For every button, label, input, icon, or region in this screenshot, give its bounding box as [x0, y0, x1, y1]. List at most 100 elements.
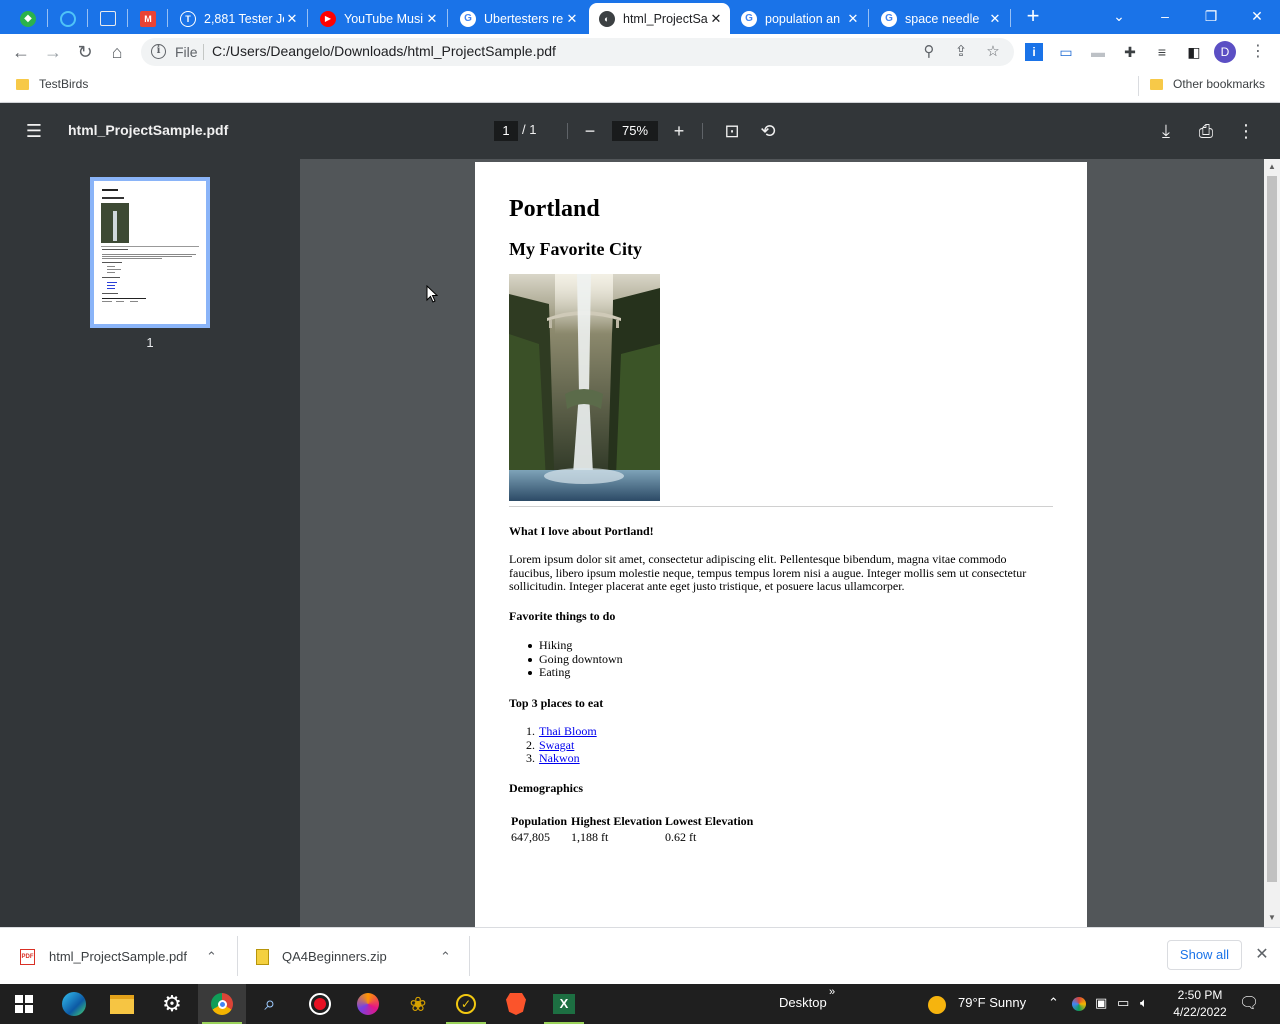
browser-menu-button[interactable]: ⋮ [1246, 40, 1270, 64]
chevron-right-icon[interactable]: » [829, 986, 835, 998]
minimize-button[interactable]: – [1142, 0, 1188, 34]
link-thai-bloom[interactable]: Thai Bloom [539, 724, 597, 738]
close-icon[interactable]: ✕ [424, 11, 440, 27]
tab-pinned-3[interactable] [90, 3, 126, 34]
close-icon[interactable]: ✕ [564, 11, 580, 27]
network-icon[interactable]: ▭ [1117, 995, 1129, 1011]
tab-tester-jobs[interactable]: T 2,881 Tester Jo ✕ [170, 3, 306, 34]
doc-subtitle: My Favorite City [509, 239, 642, 259]
windows-logo-icon [15, 995, 33, 1013]
taskbar-excel[interactable]: X [540, 984, 588, 1024]
download-shelf: PDF html_ProjectSample.pdf ⌃ QA4Beginner… [0, 927, 1280, 984]
media-queue-icon[interactable]: ≡ [1153, 43, 1171, 61]
tab-population[interactable]: G population an ✕ [731, 3, 867, 34]
link-swagat[interactable]: Swagat [539, 738, 574, 752]
notification-icon[interactable]: 🗨︎ [1239, 993, 1259, 1013]
url-text[interactable]: C:/Users/Deangelo/Downloads/html_Project… [212, 43, 556, 59]
rotate-button[interactable]: ⟲ [756, 119, 780, 143]
tab-pinned-1[interactable]: ◆ [10, 3, 46, 34]
tab-youtube-music[interactable]: ▶ YouTube Musi ✕ [310, 3, 446, 34]
brave-icon [506, 993, 526, 1015]
tray-device-icon[interactable]: ▣ [1095, 995, 1107, 1011]
reload-button[interactable]: ↻ [73, 40, 97, 64]
taskbar-brave[interactable] [492, 984, 540, 1024]
print-button[interactable]: ⎙ [1194, 119, 1218, 143]
sidebar-menu-button[interactable]: ☰ [22, 119, 46, 143]
back-button[interactable]: ← [9, 40, 33, 64]
zoom-input[interactable]: 75% [612, 121, 658, 141]
extension-monitor-icon[interactable]: ▭ [1057, 43, 1075, 61]
new-tab-button[interactable]: + [1022, 5, 1044, 27]
bookmark-star-icon[interactable]: ☆ [983, 42, 1003, 62]
page-thumbnail[interactable] [90, 177, 210, 328]
close-window-button[interactable]: ✕ [1234, 0, 1280, 34]
close-shelf-button[interactable]: ✕ [1253, 946, 1271, 964]
link-nakwon[interactable]: Nakwon [539, 751, 580, 765]
fit-page-button[interactable]: ⊡ [720, 119, 744, 143]
google-icon: G [741, 10, 757, 27]
address-bar[interactable]: i File C:/Users/Deangelo/Downloads/html_… [141, 38, 1014, 66]
taskbar-edge[interactable] [50, 984, 98, 1024]
scroll-up-arrow[interactable]: ▲ [1264, 160, 1280, 174]
chevron-up-icon[interactable]: ⌃ [440, 949, 451, 965]
pdf-viewport[interactable]: Portland My Favorite City What I love ab… [300, 159, 1264, 927]
desktop-toolbar-label[interactable]: Desktop [779, 995, 827, 1010]
list-item: Eating [528, 666, 623, 680]
bookmark-testbirds[interactable]: TestBirds [16, 77, 88, 91]
tray-app-icon[interactable] [1072, 997, 1086, 1011]
start-button[interactable] [0, 984, 48, 1024]
taskbar-app-magnifier[interactable]: ⌕ [246, 984, 294, 1024]
download-button[interactable]: ⤓ [1154, 119, 1178, 143]
windows-taskbar: ⚙ ⌕ ❀ ✓ X Desktop » 79°F Sunny ⌃ ▣ ▭ 🔈︎ … [0, 984, 1280, 1024]
taskbar-app-6[interactable]: ❀ [394, 984, 442, 1024]
page-number-input[interactable]: 1 [494, 121, 518, 141]
zoom-icon[interactable]: ⚲ [919, 42, 939, 62]
tab-html-project-sample[interactable]: ◐ html_ProjectSa ✕ [589, 3, 730, 34]
extensions-puzzle-icon[interactable]: ✚ [1121, 43, 1139, 61]
close-icon[interactable]: ✕ [987, 11, 1003, 27]
tab-ubertesters[interactable]: G Ubertesters re ✕ [450, 3, 586, 34]
taskbar-explorer[interactable] [98, 984, 146, 1024]
bookmark-other[interactable]: Other bookmarks [1150, 77, 1265, 91]
taskbar-chrome[interactable] [198, 984, 246, 1024]
folder-icon [1150, 78, 1163, 90]
heading-places: Top 3 places to eat [509, 696, 604, 710]
pdf-more-button[interactable]: ⋮ [1234, 119, 1258, 143]
chevron-down-icon: ⌄ [1113, 8, 1125, 24]
forward-button[interactable]: → [41, 40, 65, 64]
download-item-pdf[interactable]: PDF html_ProjectSample.pdf ⌃ [20, 928, 230, 985]
home-button[interactable]: ⌂ [105, 40, 129, 64]
share-icon[interactable]: ⇪ [951, 42, 971, 62]
extension-folder-icon[interactable]: ▬ [1089, 43, 1107, 61]
chevron-up-icon[interactable]: ⌃ [206, 949, 217, 965]
kebab-menu-icon: ⋮ [1237, 121, 1255, 141]
weather-widget[interactable]: 79°F Sunny [958, 995, 1026, 1010]
profile-avatar[interactable]: D [1214, 41, 1236, 63]
close-icon[interactable]: ✕ [845, 11, 861, 27]
pdf-toolbar: ☰ html_ProjectSample.pdf 1 / 1 − 75% + ⊡… [0, 103, 1280, 159]
taskbar-app-7[interactable]: ✓ [442, 984, 490, 1024]
restore-button[interactable]: ❐ [1188, 0, 1234, 34]
volume-icon[interactable]: 🔈︎ [1140, 995, 1148, 1011]
gmail-icon: M [140, 10, 156, 27]
taskbar-settings[interactable]: ⚙ [148, 984, 196, 1024]
taskbar-recorder[interactable] [296, 984, 344, 1024]
close-icon[interactable]: ✕ [284, 11, 300, 27]
tab-pinned-4[interactable]: M [130, 3, 166, 34]
tab-search-button[interactable]: ⌄ [1096, 0, 1142, 34]
extension-info-icon[interactable]: i [1025, 43, 1043, 61]
zoom-in-button[interactable]: + [667, 119, 691, 143]
tab-pinned-2[interactable] [50, 3, 86, 34]
taskbar-firefox[interactable] [344, 984, 392, 1024]
scrollbar-thumb[interactable] [1267, 176, 1277, 882]
system-clock[interactable]: 2:50 PM 4/22/2022 [1164, 987, 1236, 1021]
scroll-down-arrow[interactable]: ▼ [1264, 911, 1280, 925]
download-item-zip[interactable]: QA4Beginners.zip ⌃ [256, 928, 466, 985]
side-panel-icon[interactable]: ◧ [1185, 43, 1203, 61]
close-icon[interactable]: ✕ [708, 11, 724, 27]
tab-space-needle[interactable]: G space needle ✕ [871, 3, 1009, 34]
show-all-button[interactable]: Show all [1167, 940, 1242, 970]
info-icon[interactable]: i [151, 44, 166, 59]
zoom-out-button[interactable]: − [578, 119, 602, 143]
chevron-up-icon[interactable]: ⌃ [1048, 995, 1059, 1011]
